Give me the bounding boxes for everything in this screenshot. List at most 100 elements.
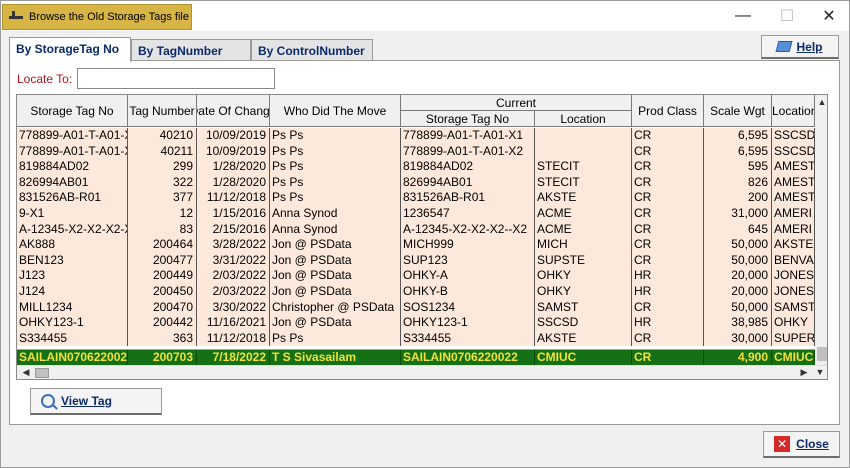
column-header-storage-tag-no[interactable]: Storage Tag No [17, 95, 128, 127]
close-window-button[interactable]: ✕ [807, 1, 850, 31]
cell-current-location: OHKY [535, 284, 632, 300]
maximize-button[interactable]: ☐ [765, 1, 809, 31]
scroll-left-icon[interactable]: ◀ [19, 367, 33, 378]
table-row[interactable]: 826994AB01 322 1/28/2020 Ps Ps 826994AB01 STE… [17, 174, 827, 191]
cell-scale-wgt: 50,000 [704, 237, 772, 253]
cell-prod-class: CR [632, 299, 704, 316]
cell-prod-class: CR [632, 221, 704, 238]
table-row[interactable]: AK888 200464 3/28/2022 Jon @ PSData MICH999 M… [17, 237, 827, 253]
close-label: Close [796, 437, 829, 451]
cell-date-of-change: 7/18/2022 [197, 350, 270, 366]
cell-current-location: STECIT [535, 174, 632, 191]
column-header-prod-class[interactable]: Prod Class [632, 95, 704, 127]
column-header-scale-wgt[interactable]: Scale Wgt [704, 95, 772, 127]
cell-prod-class: CR [632, 252, 704, 269]
cell-scale-wgt: 200 [704, 190, 772, 206]
cell-storage-tag-no: J124 [17, 284, 128, 300]
view-tag-button[interactable]: View Tag [30, 388, 162, 415]
scroll-right-icon[interactable]: ▶ [797, 367, 811, 378]
cell-storage-tag-no: AK888 [17, 237, 128, 253]
title-box: Browse the Old Storage Tags file [2, 4, 192, 30]
cell-current-storage-tag-no: OHKY-A [401, 268, 535, 284]
cell-current-location: SUPSTE [535, 252, 632, 269]
cell-storage-tag-no: 831526AB-R01 [17, 190, 128, 206]
vertical-scroll-thumb[interactable] [817, 347, 827, 361]
table-row[interactable]: MILL1234 200470 3/30/2022 Christopher @ PSD… [17, 299, 827, 316]
cell-current-location: ACME [535, 206, 632, 222]
cell-scale-wgt: 31,000 [704, 206, 772, 222]
horizontal-scroll-thumb[interactable] [35, 368, 49, 378]
column-header-location[interactable]: Location [772, 95, 815, 127]
column-header-tag-number[interactable]: Tag Number [128, 95, 197, 127]
tab-by-storagetag-no[interactable]: By StorageTag No [9, 37, 131, 62]
cell-current-storage-tag-no: A-12345-X2-X2-X2--X2 [401, 221, 535, 238]
cell-current-location: MICH [535, 237, 632, 253]
cell-storage-tag-no: 9-X1 [17, 206, 128, 222]
cell-tag-number: 200442 [128, 315, 197, 331]
cell-current-storage-tag-no: 831526AB-R01 [401, 190, 535, 206]
view-tag-label: View Tag [61, 394, 112, 408]
table-row[interactable]: 819884AD02 299 1/28/2020 Ps Ps 819884AD02 STE… [17, 159, 827, 175]
cell-date-of-change: 11/12/2018 [197, 330, 270, 347]
cell-current-storage-tag-no: SOS1234 [401, 299, 535, 316]
cell-location: CMIUC [772, 350, 815, 366]
table-row[interactable]: S334455 363 11/12/2018 Ps Ps S334455 AKSTE CR 3… [17, 330, 827, 347]
table-row[interactable]: 778899-A01-T-A01-X2 40211 10/09/2019 Ps Ps 7… [17, 143, 827, 160]
table-row[interactable]: J124 200450 2/03/2022 Jon @ PSData OHKY-B OHK… [17, 284, 827, 300]
tab-by-tagnumber[interactable]: By TagNumber [131, 39, 251, 61]
cell-storage-tag-no: 819884AD02 [17, 159, 128, 175]
vertical-scrollbar[interactable]: ▲ [815, 95, 827, 365]
table-row[interactable]: OHKY123-1 200442 11/16/2021 Jon @ PSData OHK… [17, 315, 827, 331]
cell-prod-class: CR [632, 190, 704, 206]
cell-prod-class: CR [632, 128, 704, 144]
table-row[interactable]: J123 200449 2/03/2022 Jon @ PSData OHKY-A OHK… [17, 268, 827, 284]
scroll-up-icon[interactable]: ▲ [815, 97, 827, 107]
cell-tag-number: 200464 [128, 237, 197, 253]
column-header-current-storage-tag-no[interactable]: Storage Tag No [401, 111, 535, 127]
table-row[interactable]: BEN123 200477 3/31/2022 Jon @ PSData SUP123 S… [17, 252, 827, 269]
table-row[interactable]: 778899-A01-T-A01-X1 40210 10/09/2019 Ps Ps 7… [17, 128, 827, 144]
cell-prod-class: CR [632, 159, 704, 175]
cell-storage-tag-no: J123 [17, 268, 128, 284]
locate-input[interactable] [77, 68, 275, 89]
cell-date-of-change: 2/03/2022 [197, 268, 270, 284]
cell-storage-tag-no: BEN123 [17, 252, 128, 269]
cell-scale-wgt: 30,000 [704, 330, 772, 347]
cell-date-of-change: 3/28/2022 [197, 237, 270, 253]
column-header-who-did-the-move[interactable]: Who Did The Move [270, 95, 401, 127]
table-row[interactable]: 831526AB-R01 377 11/12/2018 Ps Ps 831526AB-R… [17, 190, 827, 206]
cell-tag-number: 200703 [128, 350, 197, 366]
cell-scale-wgt: 50,000 [704, 252, 772, 269]
cell-date-of-change: 2/15/2016 [197, 221, 270, 238]
help-button[interactable]: Help [761, 35, 839, 59]
cell-who-did-the-move: T S Sivasailam [270, 350, 401, 366]
close-window-icon: ✕ [822, 8, 836, 25]
close-x-icon: ✕ [774, 436, 791, 452]
cell-location: JONES [772, 284, 815, 300]
horizontal-scrollbar[interactable]: ◀ ▶ ▼ [17, 365, 827, 379]
close-button[interactable]: ✕ Close [763, 431, 840, 458]
cell-date-of-change: 11/16/2021 [197, 315, 270, 331]
minimize-button[interactable]: — [721, 1, 765, 31]
table-row[interactable]: A-12345-X2-X2-X2-X2 83 2/15/2016 Anna Synod… [17, 221, 827, 238]
window-title: Browse the Old Storage Tags file [29, 11, 189, 23]
cell-location: AMERI [772, 206, 815, 222]
cell-current-storage-tag-no: SAILAIN0706220022 [401, 350, 535, 366]
cell-date-of-change: 1/28/2020 [197, 174, 270, 191]
cell-scale-wgt: 645 [704, 221, 772, 238]
storage-tags-grid[interactable]: Storage Tag NoTag NumberDate Of ChangeWh… [16, 94, 828, 380]
scroll-down-icon[interactable]: ▼ [813, 367, 827, 377]
cell-date-of-change: 2/03/2022 [197, 284, 270, 300]
cell-date-of-change: 1/28/2020 [197, 159, 270, 175]
table-row-selected[interactable]: SAILAIN0706220022 200703 7/18/2022 T S Siva… [17, 349, 827, 366]
tab-by-controlnumber[interactable]: By ControlNumber [251, 39, 373, 61]
column-header-date-of-change[interactable]: Date Of Change [197, 95, 270, 127]
cell-date-of-change: 3/31/2022 [197, 252, 270, 269]
table-row[interactable]: 9-X1 12 1/15/2016 Anna Synod 1236547 ACME CR 31… [17, 206, 827, 222]
cell-who-did-the-move: Ps Ps [270, 190, 401, 206]
cell-current-location: AKSTE [535, 190, 632, 206]
cell-storage-tag-no: A-12345-X2-X2-X2-X2 [17, 221, 128, 238]
cell-current-storage-tag-no: OHKY123-1 [401, 315, 535, 331]
cell-scale-wgt: 6,595 [704, 128, 772, 144]
column-header-current-location[interactable]: Location [535, 111, 632, 127]
